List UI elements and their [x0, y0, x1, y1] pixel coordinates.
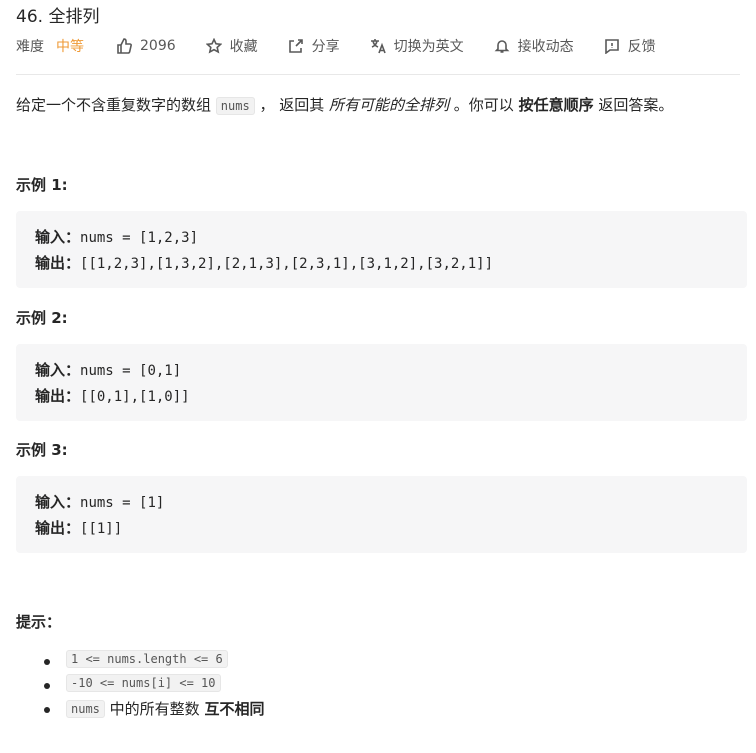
favorite-button[interactable]: 收藏 — [205, 36, 258, 56]
favorite-label: 收藏 — [229, 39, 258, 55]
output-label: 输出： — [35, 254, 81, 272]
example-heading: 示例 1: — [16, 176, 68, 194]
inline-code: nums — [215, 97, 255, 115]
difficulty-label: 难度 — [16, 39, 44, 55]
example-heading: 示例 2: — [16, 309, 68, 327]
example-heading: 示例 3: — [16, 441, 68, 459]
example-input: nums = [1,2,3] — [80, 230, 199, 246]
problem-title: 46. 全排列 — [16, 7, 100, 27]
example-output: [[1]] — [80, 521, 123, 537]
input-label: 输入： — [35, 228, 81, 246]
example-output-line: 输出：[[1]] — [35, 517, 122, 538]
bullet — [44, 707, 50, 713]
divider — [16, 74, 740, 75]
constraint-item: 1 <= nums.length <= 6 — [66, 650, 228, 668]
example-output: [[0,1],[1,0]] — [80, 389, 190, 405]
input-label: 输入： — [35, 361, 81, 379]
like-count: 2096 — [140, 38, 176, 54]
translate-label: 切换为英文 — [393, 39, 464, 55]
translate-button[interactable]: 切换为英文 — [370, 36, 464, 56]
example-input: nums = [1] — [80, 495, 165, 511]
constraint-bold: 互不相同 — [204, 700, 265, 718]
description-text: 给定一个不含重复数字的数组 — [16, 96, 216, 114]
description-text: ， 返回其 — [254, 96, 329, 114]
bullet — [44, 683, 50, 689]
share-icon — [288, 39, 303, 53]
example-input-line: 输入：nums = [0,1] — [35, 359, 181, 380]
description-italic: 所有可能的全排列 — [329, 96, 450, 114]
bell-icon — [494, 40, 510, 53]
hints-heading: 提示： — [16, 613, 62, 631]
translate-icon — [370, 39, 386, 54]
constraint-text: 中的所有整数 — [104, 700, 205, 718]
like-button[interactable]: 2096 — [116, 38, 176, 54]
bullet — [44, 659, 50, 665]
problem-description: 给定一个不含重复数字的数组 nums ， 返回其 所有可能的全排列 。你可以 按… — [16, 92, 673, 119]
share-button[interactable]: 分享 — [288, 36, 340, 56]
constraint-code: nums — [66, 699, 105, 718]
example-output-line: 输出：[[0,1],[1,0]] — [35, 385, 190, 406]
feedback-icon — [604, 39, 619, 54]
notify-label: 接收动态 — [517, 39, 574, 55]
example-box: 输入：nums = [1,2,3] 输出：[[1,2,3],[1,3,2],[2… — [16, 211, 747, 288]
share-label: 分享 — [311, 39, 340, 55]
problem-meta-bar: 难度 中等 2096 收藏 分享 切换为英文 接收动态 反馈 — [16, 36, 686, 56]
feedback-button[interactable]: 反馈 — [604, 36, 656, 56]
example-input-line: 输入：nums = [1,2,3] — [35, 226, 198, 247]
input-label: 输入： — [35, 493, 81, 511]
example-box: 输入：nums = [1] 输出：[[1]] — [16, 476, 747, 553]
constraint-code: -10 <= nums[i] <= 10 — [66, 674, 221, 692]
example-input-line: 输入：nums = [1] — [35, 491, 164, 512]
description-text: 返回答案。 — [593, 96, 674, 114]
difficulty-value: 中等 — [56, 39, 84, 55]
notify-button[interactable]: 接收动态 — [494, 36, 574, 56]
output-label: 输出： — [35, 519, 81, 537]
example-output: [[1,2,3],[1,3,2],[2,1,3],[2,3,1],[3,1,2]… — [80, 256, 494, 272]
constraint-item: -10 <= nums[i] <= 10 — [66, 674, 221, 692]
description-bold: 按任意顺序 — [518, 96, 594, 114]
example-box: 输入：nums = [0,1] 输出：[[0,1],[1,0]] — [16, 344, 747, 421]
output-label: 输出： — [35, 387, 81, 405]
constraint-item: nums 中的所有整数 互不相同 — [66, 698, 264, 719]
feedback-label: 反馈 — [627, 39, 656, 55]
example-output-line: 输出：[[1,2,3],[1,3,2],[2,1,3],[2,3,1],[3,1… — [35, 252, 493, 273]
thumbs-up-icon — [117, 38, 132, 54]
description-text: 。你可以 — [449, 96, 519, 114]
example-input: nums = [0,1] — [80, 363, 182, 379]
constraint-code: 1 <= nums.length <= 6 — [66, 650, 228, 668]
star-icon — [205, 38, 222, 54]
